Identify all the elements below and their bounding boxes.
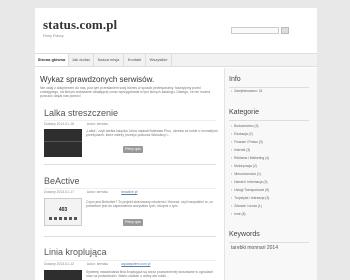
widget-divider: [229, 87, 309, 88]
page: status.com.pl Firmy Polscy Strona główna…: [35, 8, 317, 280]
widget-title-keywords: Keywords: [229, 231, 260, 238]
category-item[interactable]: Reklama i Marketing (4): [231, 156, 307, 161]
category-item[interactable]: Turystyka i rekreacja (3): [231, 196, 307, 201]
nav-item-all[interactable]: Wszystkie: [146, 54, 172, 66]
search-button[interactable]: [281, 27, 289, 34]
category-item[interactable]: Usługi Transportowe (5): [231, 188, 307, 193]
post-date: Dodany 2013-01-12: [44, 262, 74, 266]
category-item[interactable]: Handel i Informacja (3): [231, 180, 307, 185]
category-item[interactable]: Nieruchomości (1): [231, 172, 307, 177]
post-divider: [44, 164, 216, 165]
intro-title: Wykaz sprawdzonych serwisów.: [40, 75, 155, 84]
post-thumbnail-1[interactable]: [44, 129, 82, 157]
thumbnail-error-code: 403: [58, 207, 68, 213]
widget-divider: [229, 120, 309, 121]
widget-title-categories: Kategorie: [229, 109, 259, 116]
post-title-2[interactable]: BeActive: [44, 176, 80, 186]
read-more-button-2[interactable]: Pełny opis: [123, 219, 143, 226]
post-author: Autor: serwisu: [86, 190, 109, 194]
post-meta-1: Dodany 2013-01-18 Autor: serwisu: [44, 120, 216, 126]
widget-divider: [229, 242, 309, 243]
post-excerpt-2: Czym jest BeActive? To projekt skierowan…: [86, 200, 214, 209]
post-date: Dodany 2013-01-18: [44, 122, 74, 126]
post-category-link[interactable]: beactive.pl: [121, 190, 137, 194]
thumbnail-detail: [49, 217, 77, 220]
post-meta-3: Dodany 2013-01-12 Autor: serwisu aquasys…: [44, 260, 216, 266]
post-thumbnail-3[interactable]: [44, 270, 82, 280]
keyword-link[interactable]: tarebki monnari 2014: [231, 245, 278, 251]
widget-title-info: Info: [229, 76, 241, 83]
thumbnail-detail: [44, 141, 82, 142]
site-title[interactable]: status.com.pl: [43, 17, 117, 33]
nav-item-how-to-add[interactable]: Jak dodać: [69, 54, 94, 66]
post-category-link[interactable]: aquasystem.com.pl: [121, 262, 150, 266]
post-date: Dodany 2013-01-17: [44, 190, 74, 194]
post-title-3[interactable]: Linia kroplująca: [44, 247, 107, 257]
category-item[interactable]: Finanse i Prawo (3): [231, 140, 307, 145]
main-nav: Strona główna Jak dodać Nasza misja Kont…: [35, 53, 317, 67]
post-meta-2: Dodany 2013-01-17 Autor: serwisu beactiv…: [44, 188, 216, 194]
post-excerpt-1: „Lalka”, czyli wielka książka, która nap…: [86, 129, 218, 138]
nav-item-mission[interactable]: Nasza misja: [94, 54, 124, 66]
read-more-button-1[interactable]: Pełny opis: [123, 146, 143, 153]
category-item[interactable]: Inne (8): [231, 212, 307, 217]
sidebar: Info Zarejestrowano: 24 Kategorie Budown…: [224, 68, 317, 280]
post-thumbnail-2[interactable]: 403: [44, 198, 82, 226]
site-tagline: Firmy Polscy: [43, 34, 64, 38]
nav-item-home[interactable]: Strona główna: [35, 54, 69, 66]
post-excerpt-3: Systemy nawadniania linia kroplująca są …: [86, 270, 214, 279]
post-divider: [44, 236, 216, 237]
site-header: status.com.pl Firmy Polscy: [35, 8, 317, 45]
category-item[interactable]: Budownictwo (3): [231, 124, 307, 129]
post-title-1[interactable]: Lalka streszczenie: [44, 108, 118, 118]
intro-text: Nie ustaj z dokpriexem do nas, pod tym p…: [40, 86, 211, 99]
search-input[interactable]: [231, 27, 279, 34]
post-author: Autor: serwisu: [86, 122, 109, 126]
category-item[interactable]: Edukacja (2): [231, 132, 307, 137]
category-item[interactable]: Zdrowie i uroda (1): [231, 204, 307, 209]
category-item[interactable]: Motoryzacja (2): [231, 164, 307, 169]
post-author: Autor: serwisu: [86, 262, 109, 266]
info-item: Zarejestrowano: 24: [231, 89, 307, 94]
nav-item-contact[interactable]: Kontakt: [124, 54, 146, 66]
category-item[interactable]: Internet (3): [231, 148, 307, 153]
